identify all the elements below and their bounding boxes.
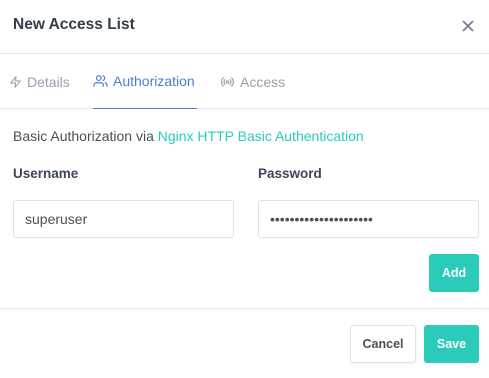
- tab-authorization[interactable]: Authorization: [93, 54, 197, 109]
- tab-bar: Details Authorization Access: [0, 54, 489, 109]
- users-icon: [93, 75, 108, 87]
- modal-header: New Access List: [0, 0, 489, 54]
- zap-icon: [10, 75, 21, 88]
- save-button[interactable]: Save: [424, 325, 479, 363]
- password-field[interactable]: [258, 200, 479, 238]
- tab-authorization-label: Authorization: [113, 73, 195, 89]
- tab-details-label: Details: [27, 73, 70, 90]
- footer-divider: [0, 308, 489, 309]
- password-label: Password: [258, 166, 322, 181]
- close-icon: [462, 20, 474, 32]
- tab-access[interactable]: Access: [220, 54, 285, 109]
- add-button[interactable]: Add: [429, 254, 479, 292]
- auth-description: Basic Authorization via Nginx HTTP Basic…: [13, 128, 364, 144]
- username-label: Username: [13, 166, 79, 181]
- tab-details[interactable]: Details: [9, 54, 70, 109]
- radio-icon: [221, 76, 234, 87]
- modal-title: New Access List: [13, 16, 135, 33]
- tab-access-label: Access: [240, 73, 286, 90]
- cancel-button[interactable]: Cancel: [350, 325, 416, 363]
- nginx-auth-link[interactable]: Nginx HTTP Basic Authentication: [158, 128, 364, 144]
- auth-description-text: Basic Authorization via: [13, 128, 158, 144]
- username-field[interactable]: [13, 200, 234, 238]
- close-button[interactable]: [455, 13, 481, 39]
